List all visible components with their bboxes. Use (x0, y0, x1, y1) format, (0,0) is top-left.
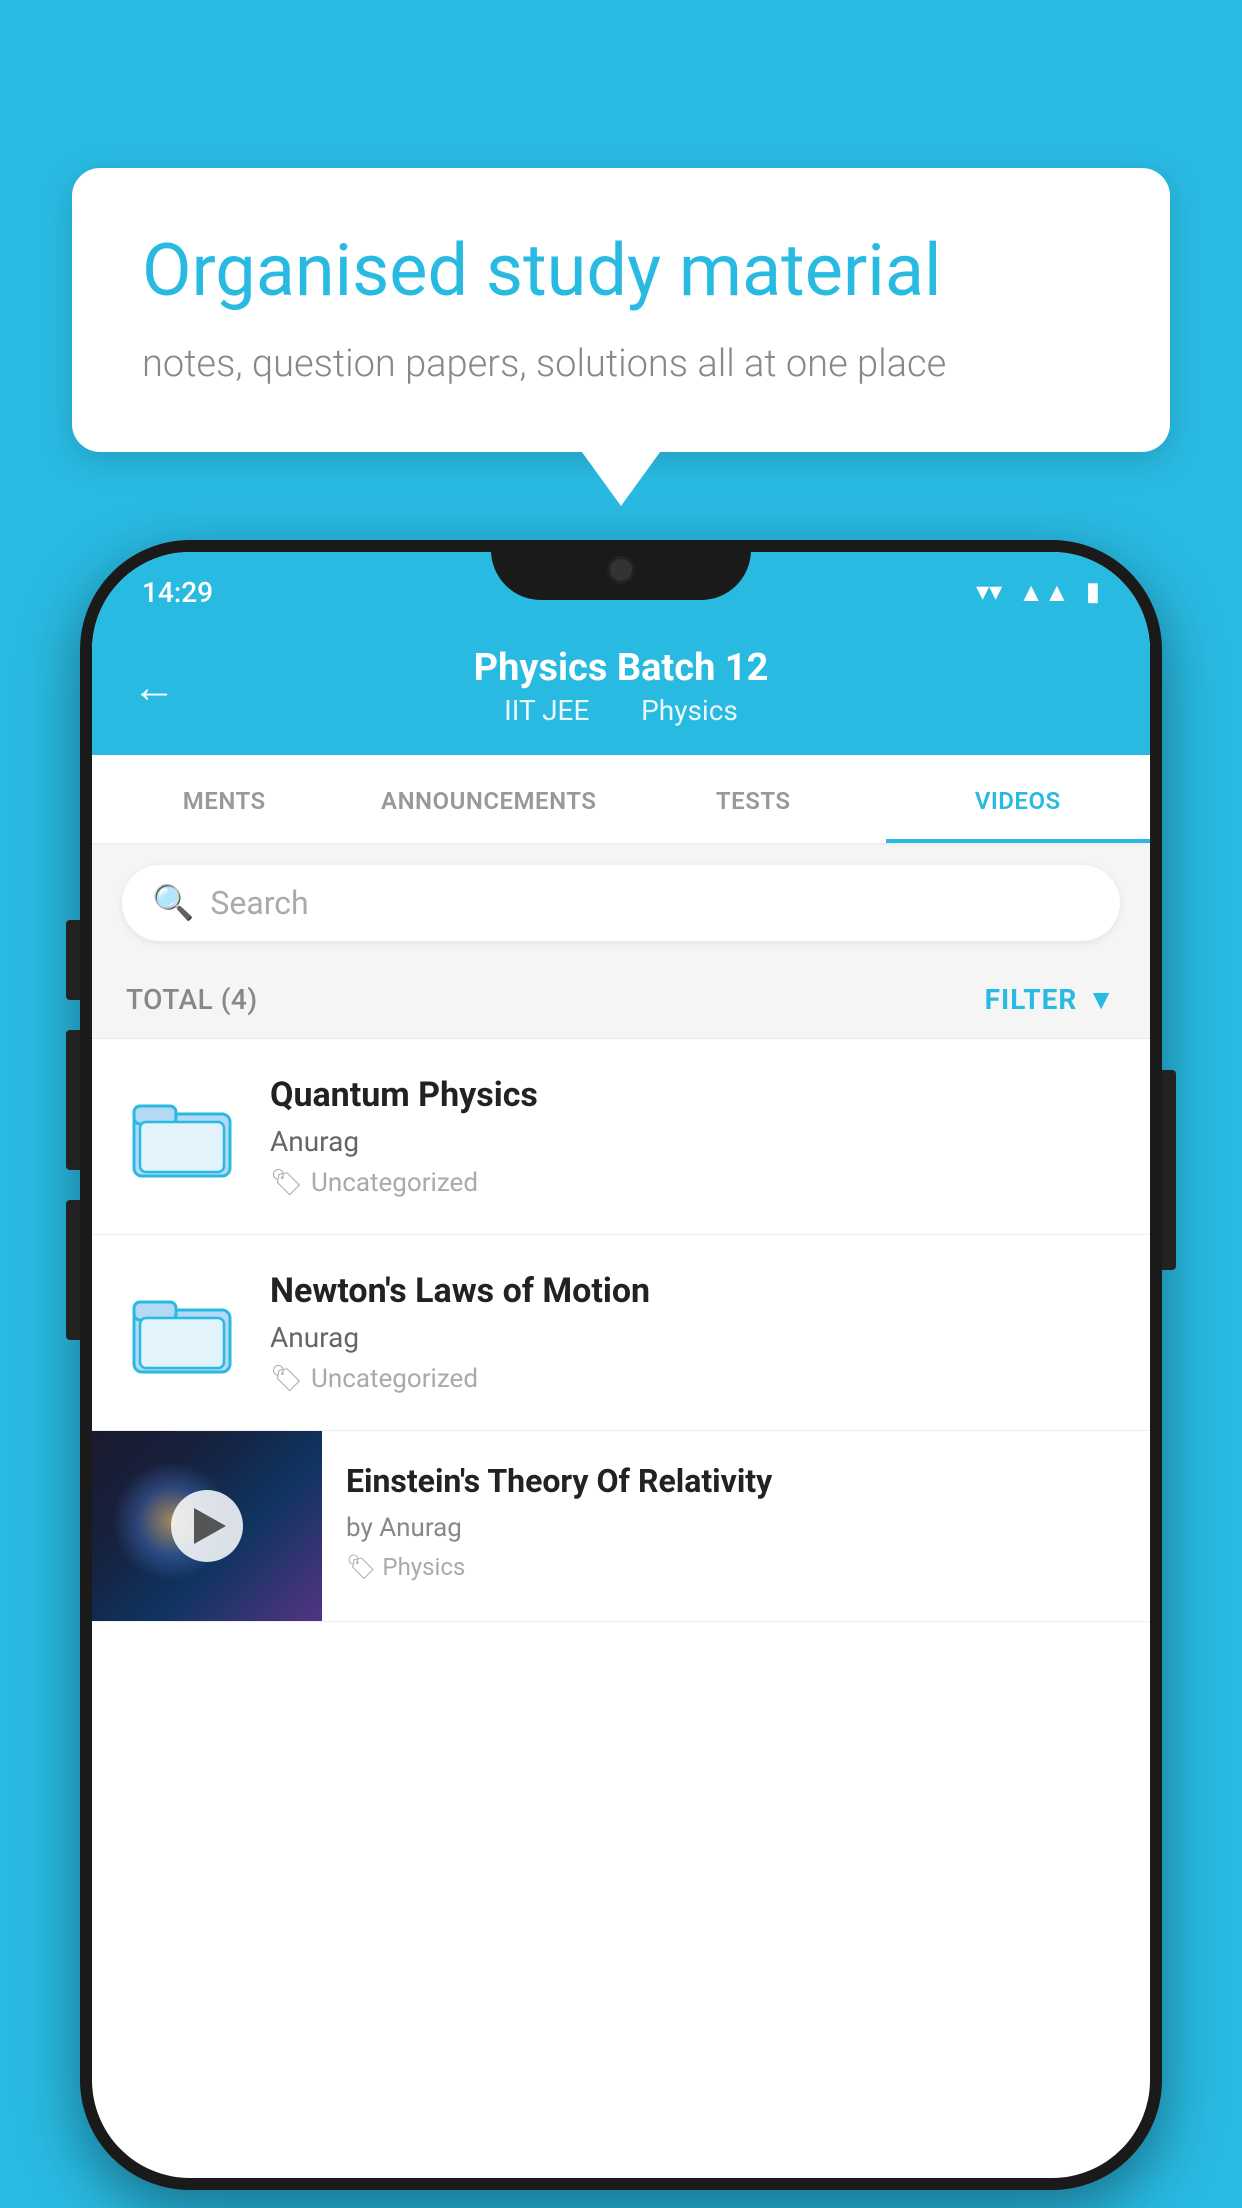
phone-mockup: 14:29 ▾▾ ▲▲ ▮ ← Physics Batch 12 IIT JEE… (80, 540, 1162, 2208)
tag-label-newton: Uncategorized (311, 1364, 478, 1394)
volume-button-1 (66, 920, 80, 1000)
tab-tests[interactable]: TESTS (621, 755, 886, 843)
video-title-quantum: Quantum Physics (270, 1075, 1120, 1115)
tab-ments-label: MENTS (183, 787, 266, 815)
folder-icon (132, 1092, 232, 1182)
front-camera (607, 556, 635, 584)
search-icon: 🔍 (152, 883, 194, 923)
play-icon (194, 1508, 226, 1544)
filter-label: FILTER (985, 983, 1078, 1016)
power-button (1162, 1070, 1176, 1270)
video-title-einstein: Einstein's Theory Of Relativity (346, 1461, 1126, 1503)
video-author-quantum: Anurag (270, 1125, 1120, 1158)
bubble-subtitle: notes, question papers, solutions all at… (142, 338, 1100, 391)
volume-button-2 (66, 1030, 80, 1170)
signal-icon: ▲▲ (1018, 577, 1069, 608)
tab-ments[interactable]: MENTS (92, 755, 357, 843)
search-input[interactable]: Search (210, 884, 308, 922)
video-tag-newton: 🏷 Uncategorized (270, 1364, 1120, 1394)
folder-thumbnail-newton (122, 1283, 242, 1383)
folder-icon (132, 1288, 232, 1378)
batch-subtitle: IIT JEE Physics (474, 694, 769, 727)
tag-icon: 🏷 (270, 1168, 303, 1198)
tab-videos[interactable]: VIDEOS (886, 755, 1151, 843)
phone-screen: 14:29 ▾▾ ▲▲ ▮ ← Physics Batch 12 IIT JEE… (92, 552, 1150, 2178)
search-bar-container: 🔍 Search (92, 845, 1150, 961)
video-author-newton: Anurag (270, 1321, 1120, 1354)
battery-icon: ▮ (1086, 577, 1100, 607)
play-button[interactable] (171, 1490, 243, 1562)
folder-thumbnail-quantum (122, 1087, 242, 1187)
tab-bar: MENTS ANNOUNCEMENTS TESTS VIDEOS (92, 755, 1150, 845)
status-icons: ▾▾ ▲▲ ▮ (976, 577, 1100, 608)
batch-title: Physics Batch 12 (474, 646, 769, 690)
video-info-einstein: Einstein's Theory Of Relativity by Anura… (322, 1431, 1150, 1611)
total-count: TOTAL (4) (126, 983, 258, 1016)
batch-category: IIT JEE (504, 694, 589, 727)
list-item[interactable]: Quantum Physics Anurag 🏷 Uncategorized (92, 1039, 1150, 1235)
tag-label-einstein: Physics (382, 1553, 465, 1581)
video-tag-einstein: 🏷 Physics (346, 1553, 1126, 1581)
header-content: Physics Batch 12 IIT JEE Physics (474, 646, 769, 727)
filter-button[interactable]: FILTER ▼ (985, 983, 1116, 1016)
app-header: ← Physics Batch 12 IIT JEE Physics (92, 622, 1150, 755)
list-item[interactable]: Einstein's Theory Of Relativity by Anura… (92, 1431, 1150, 1622)
tab-tests-label: TESTS (716, 787, 791, 815)
wifi-icon: ▾▾ (976, 577, 1002, 607)
tag-icon: 🏷 (346, 1553, 376, 1581)
search-input-wrapper[interactable]: 🔍 Search (122, 865, 1120, 941)
video-info-newton: Newton's Laws of Motion Anurag 🏷 Uncateg… (270, 1271, 1120, 1394)
tab-announcements[interactable]: ANNOUNCEMENTS (357, 755, 622, 843)
back-button[interactable]: ← (132, 661, 176, 713)
tab-announcements-label: ANNOUNCEMENTS (381, 787, 596, 815)
video-author-einstein: by Anurag (346, 1513, 1126, 1543)
phone-notch (491, 540, 751, 600)
video-thumbnail-einstein (92, 1431, 322, 1621)
filter-funnel-icon: ▼ (1087, 983, 1116, 1016)
status-time: 14:29 (142, 576, 213, 609)
video-title-newton: Newton's Laws of Motion (270, 1271, 1120, 1311)
tab-videos-label: VIDEOS (975, 787, 1061, 815)
video-info-quantum: Quantum Physics Anurag 🏷 Uncategorized (270, 1075, 1120, 1198)
tag-icon: 🏷 (270, 1364, 303, 1394)
filter-bar: TOTAL (4) FILTER ▼ (92, 961, 1150, 1039)
batch-subject: Physics (641, 694, 738, 727)
speech-bubble-card: Organised study material notes, question… (72, 168, 1170, 452)
tag-label-quantum: Uncategorized (311, 1168, 478, 1198)
bubble-title: Organised study material (142, 228, 1100, 314)
video-tag-quantum: 🏷 Uncategorized (270, 1168, 1120, 1198)
video-list: Quantum Physics Anurag 🏷 Uncategorized (92, 1039, 1150, 1622)
volume-button-3 (66, 1200, 80, 1340)
list-item[interactable]: Newton's Laws of Motion Anurag 🏷 Uncateg… (92, 1235, 1150, 1431)
